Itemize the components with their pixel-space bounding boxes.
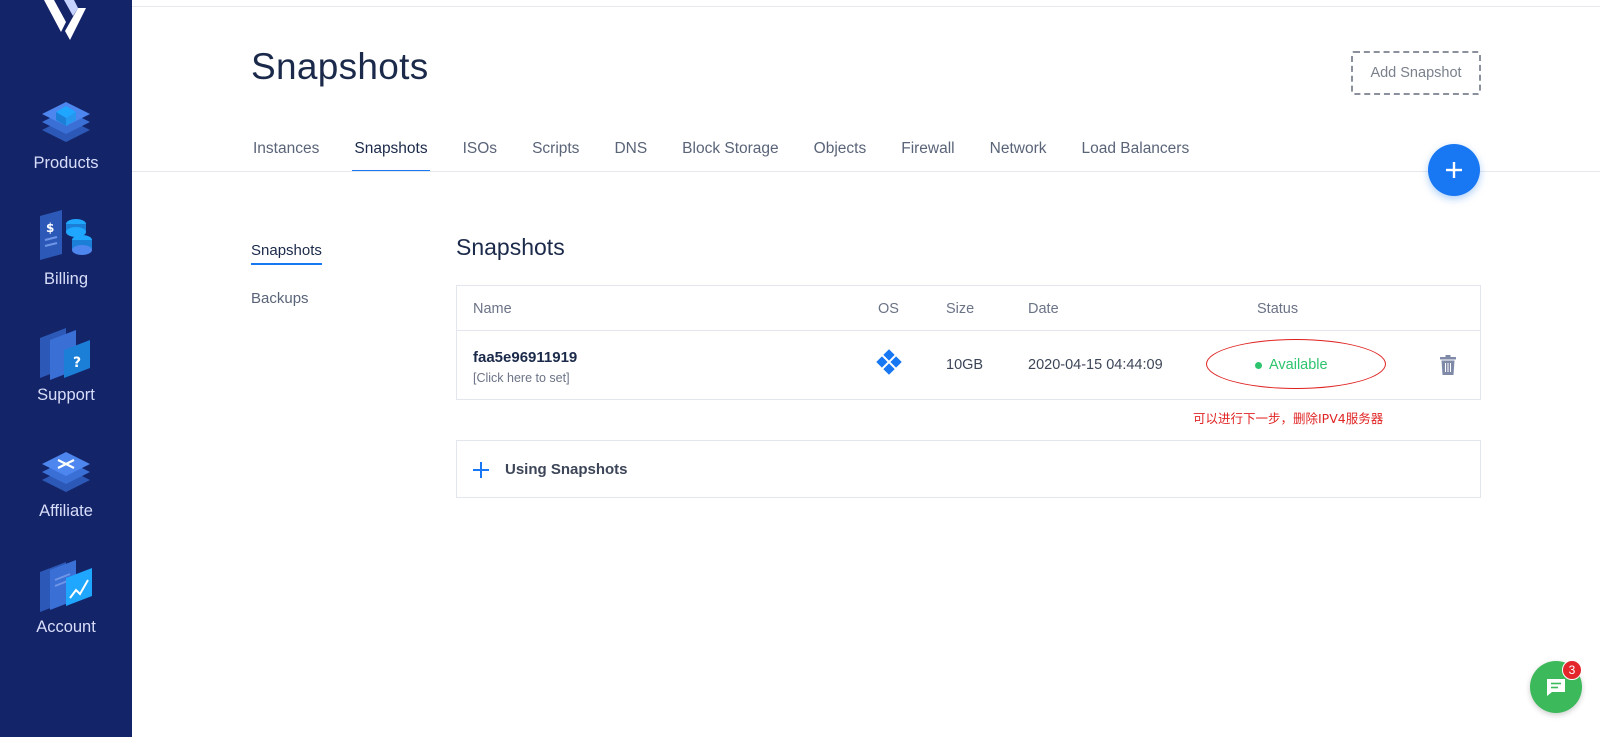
add-fab-button[interactable] — [1428, 144, 1480, 196]
windows-icon — [876, 349, 902, 375]
using-snapshots-accordion[interactable]: Using Snapshots — [456, 440, 1481, 498]
trash-icon[interactable] — [1440, 355, 1456, 375]
section-title: Snapshots — [456, 234, 565, 260]
snapshot-description-link[interactable]: [Click here to set] — [473, 371, 570, 385]
table-header: Name OS Size Date Status — [457, 286, 1480, 331]
tab-dns[interactable]: DNS — [614, 138, 647, 172]
sidebar-item-products[interactable]: Products — [0, 92, 132, 192]
tabs-divider — [132, 171, 1600, 172]
snapshots-table: Name OS Size Date Status faa5e96911919 [… — [456, 285, 1481, 400]
sidebar: Products $ Billing ? Support Affiliate A… — [0, 0, 132, 737]
plus-icon — [1446, 162, 1462, 178]
sidebar-item-label: Account — [36, 618, 96, 636]
column-header-status: Status — [1257, 301, 1299, 317]
status-badge: Available — [1255, 357, 1328, 373]
tab-block-storage[interactable]: Block Storage — [682, 138, 779, 172]
sidebar-item-support[interactable]: ? Support — [0, 324, 132, 424]
column-header-date: Date — [1028, 301, 1059, 317]
sidebar-item-account[interactable]: Account — [0, 556, 132, 656]
subnav: Snapshots Backups — [251, 242, 322, 307]
sidebar-item-label: Billing — [43, 270, 89, 288]
annotation-note: 可以进行下一步，删除IPV4服务器 — [1193, 411, 1384, 426]
tab-instances[interactable]: Instances — [253, 138, 319, 172]
sidebar-item-billing[interactable]: $ Billing — [0, 208, 132, 308]
sidebar-item-label: Support — [37, 386, 95, 404]
svg-text:$: $ — [46, 221, 54, 235]
tab-load-balancers[interactable]: Load Balancers — [1082, 138, 1190, 172]
tab-isos[interactable]: ISOs — [463, 138, 497, 172]
tab-objects[interactable]: Objects — [814, 138, 867, 172]
tab-network[interactable]: Network — [990, 138, 1047, 172]
products-icon — [42, 102, 90, 142]
expand-plus-icon — [473, 462, 489, 478]
add-snapshot-button[interactable]: Add Snapshot — [1351, 51, 1481, 95]
support-icon: ? — [40, 328, 90, 380]
sidebar-item-label: Affiliate — [39, 502, 93, 520]
account-icon — [40, 560, 92, 612]
table-row: faa5e96911919 [Click here to set] 10GB 2… — [457, 331, 1480, 400]
sidebar-item-label: Products — [33, 154, 99, 172]
tab-bar: Instances Snapshots ISOs Scripts DNS Blo… — [253, 138, 1224, 172]
top-divider — [132, 6, 1600, 7]
chat-notification-badge: 3 — [1562, 660, 1582, 680]
snapshot-date: 2020-04-15 04:44:09 — [1028, 357, 1163, 373]
column-header-name: Name — [473, 301, 512, 317]
status-dot-icon — [1255, 361, 1262, 369]
svg-text:?: ? — [73, 355, 81, 371]
tab-snapshots[interactable]: Snapshots — [352, 138, 430, 172]
status-text: Available — [1269, 357, 1328, 373]
snapshot-name: faa5e96911919 — [473, 349, 578, 366]
tab-scripts[interactable]: Scripts — [532, 138, 579, 172]
sidebar-item-affiliate[interactable]: Affiliate — [0, 440, 132, 540]
snapshot-size: 10GB — [946, 357, 984, 373]
billing-icon: $ — [40, 210, 92, 260]
subnav-item-snapshots[interactable]: Snapshots — [251, 242, 322, 265]
subnav-item-backups[interactable]: Backups — [251, 290, 309, 307]
using-snapshots-label: Using Snapshots — [505, 461, 628, 478]
vultr-logo[interactable] — [40, 0, 90, 44]
page-title: Snapshots — [251, 46, 429, 87]
column-header-size: Size — [946, 301, 975, 317]
tab-firewall[interactable]: Firewall — [901, 138, 954, 172]
column-header-os: OS — [878, 301, 899, 317]
chat-icon — [1547, 679, 1565, 696]
affiliate-icon — [42, 452, 90, 492]
